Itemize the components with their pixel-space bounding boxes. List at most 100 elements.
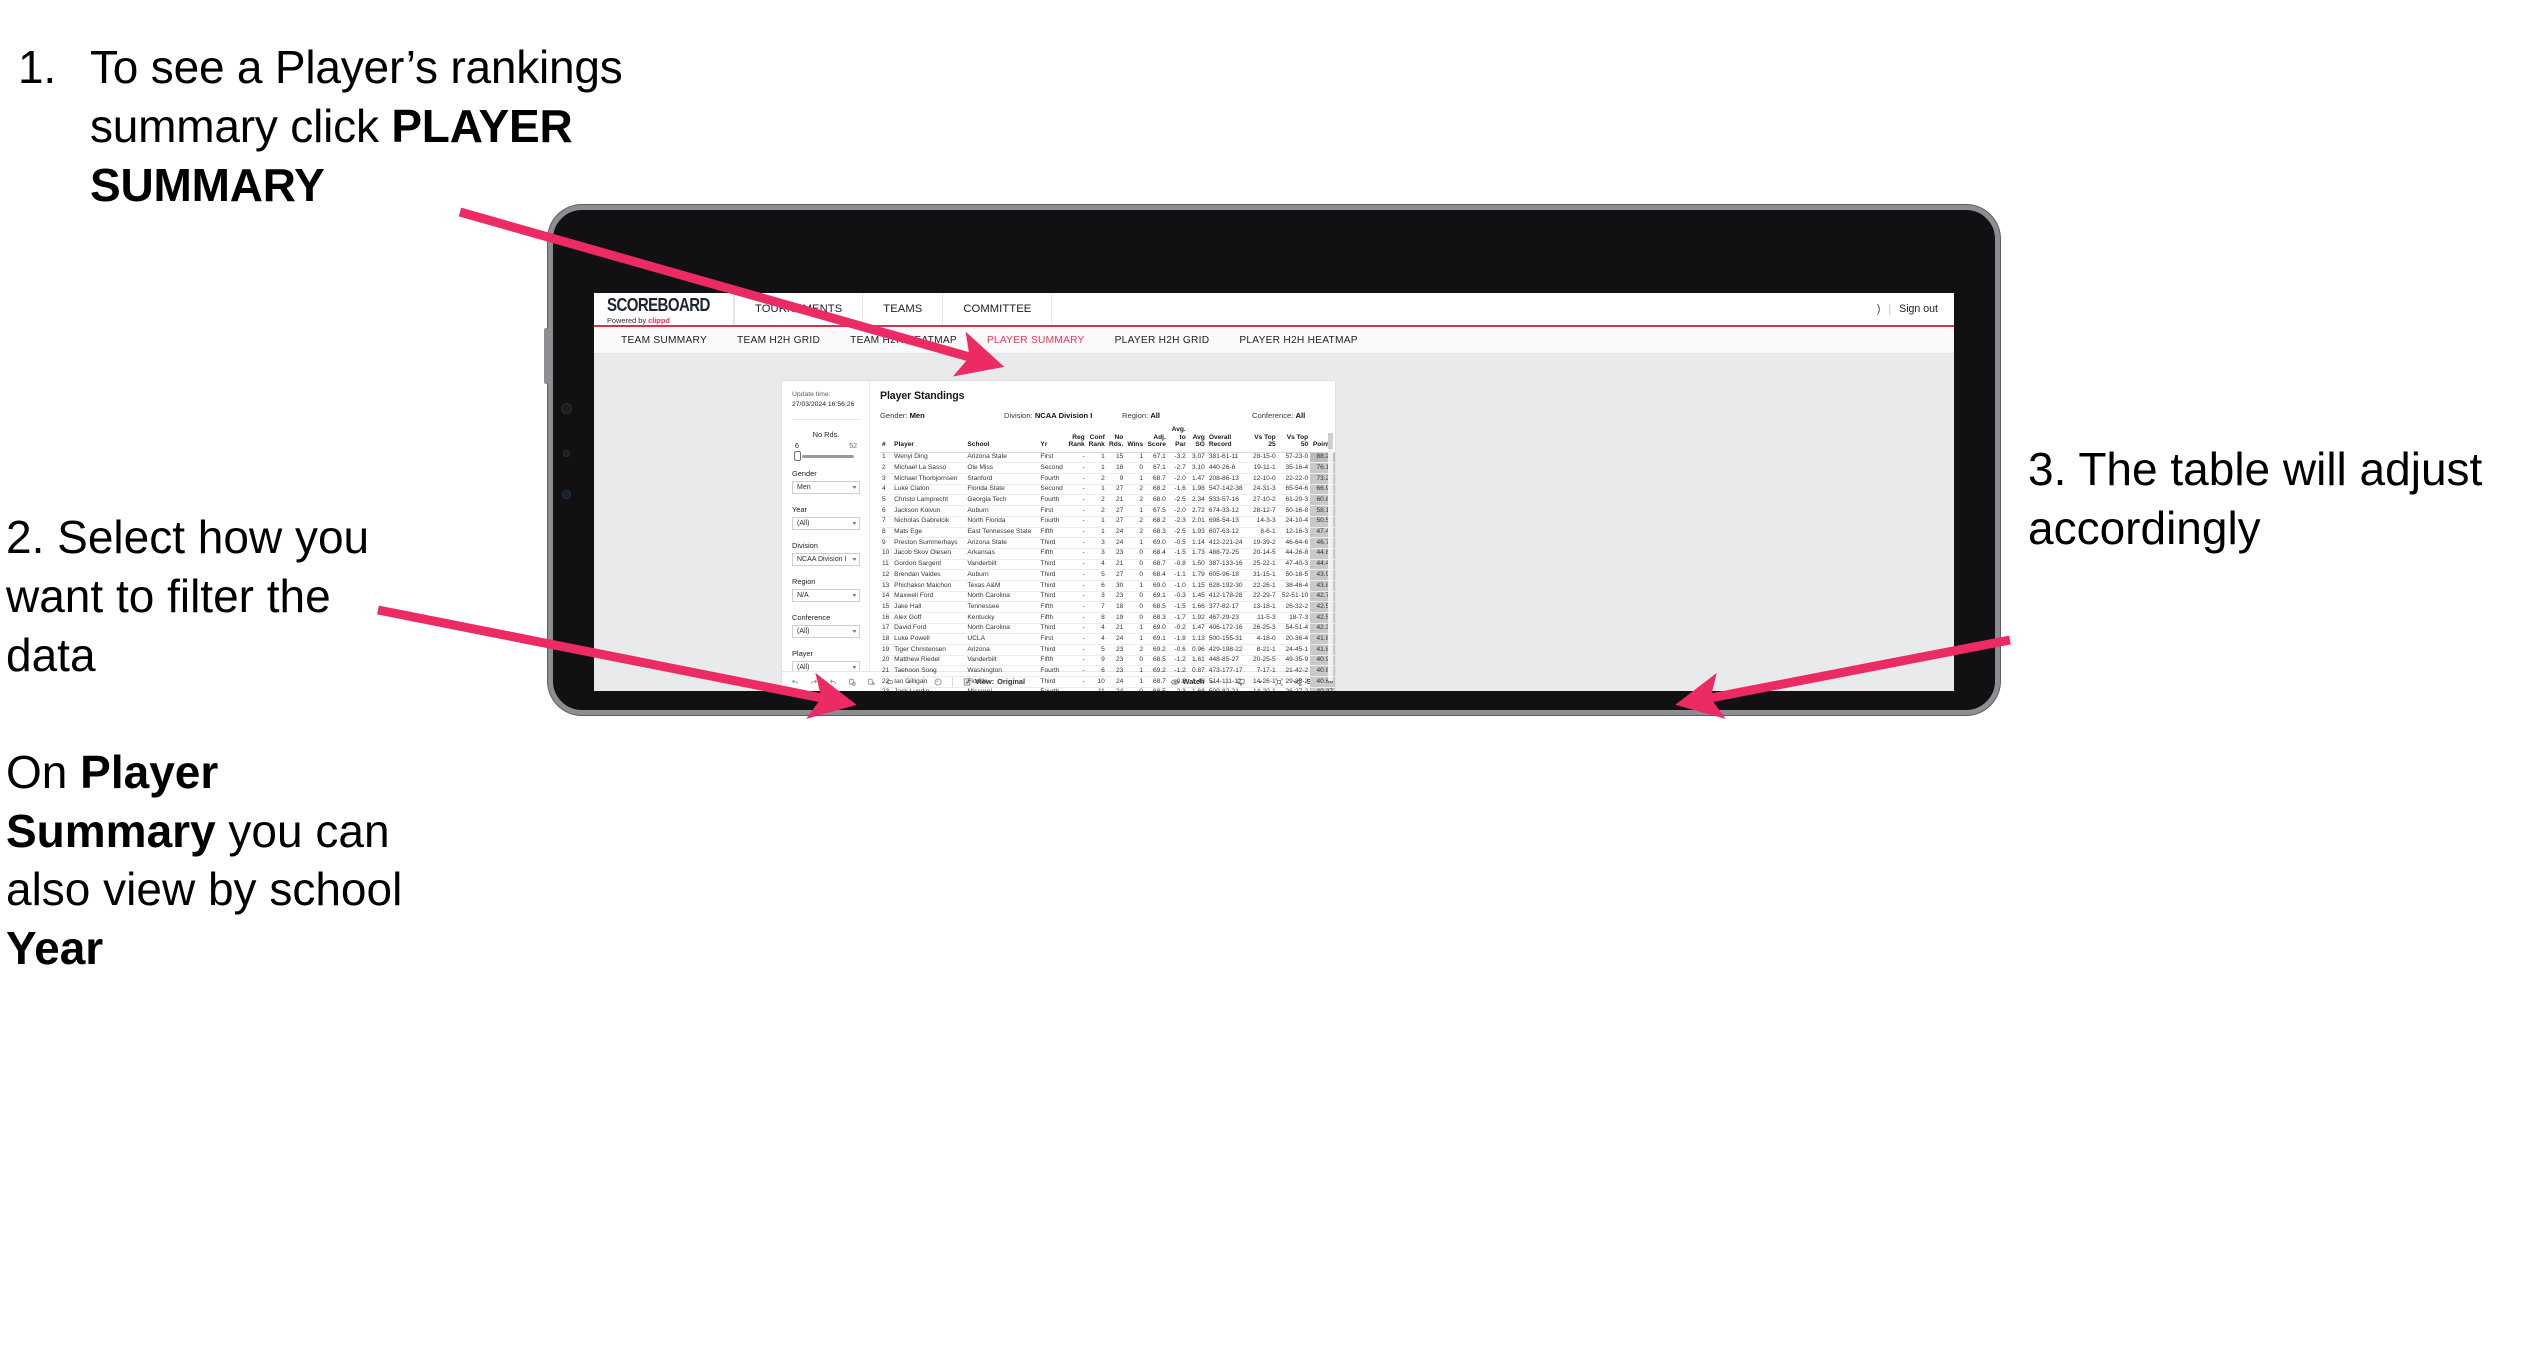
cell-vs-top-50: 44-26-8 — [1277, 548, 1311, 560]
chevron-down-icon: ▾ — [852, 520, 857, 527]
table-row[interactable]: 13 Phichaksn Maichon Texas A&M Third -6 30 1 69… — [880, 580, 1335, 592]
table-row[interactable]: 16 Alex Goff Kentucky Fifth -8 19 0 68.3 -1.7 1.9… — [880, 612, 1335, 624]
filter-conference: Conference (All) ▾ — [792, 613, 860, 638]
slider-min-value: 6 — [795, 442, 799, 450]
table-row[interactable]: 20 Matthew Riedel Vanderbilt Fifth -9 23 0 68.5… — [880, 655, 1335, 667]
cell-vs-top-25: 26-25-3 — [1247, 623, 1278, 635]
cell-player: Luke Claton — [892, 484, 966, 496]
header-right: ) | Sign out — [1877, 293, 1954, 325]
app-logo[interactable]: SCOREBOARD Powered by clippd — [594, 293, 734, 325]
sign-out-link[interactable]: Sign out — [1899, 303, 1938, 315]
cell-record: 488-72-25 — [1206, 548, 1248, 560]
cell-avg-to-par: -0.8 — [1167, 676, 1188, 688]
cell-avg-sg: 3.10 — [1187, 462, 1207, 475]
account-label-truncated: ) — [1876, 303, 1881, 315]
table-row[interactable]: 7 Nicholas Gabrelcik North Florida Fourth -1… — [880, 516, 1335, 528]
table-row[interactable]: 18 Luke Powell UCLA First -4 24 1 69.1 -1.8 1.13 5… — [880, 633, 1335, 646]
table-row[interactable]: 6 Jackson Koivun Auburn First -2 27 1 67.5 -2.0 2… — [880, 505, 1335, 517]
tab-player-h2h-grid[interactable]: PLAYER H2H GRID — [1100, 335, 1225, 346]
table-row[interactable]: 12 Brendan Valdes Auburn Third -5 27 0 68.4 -1.1… — [880, 569, 1335, 581]
col-conf-l2: Rank — [1088, 441, 1105, 449]
col-overall-record[interactable]: Overall Record — [1206, 426, 1248, 453]
callout-2-p2-a: On — [6, 745, 81, 798]
col-no-rds[interactable]: No Rds. — [1106, 426, 1126, 453]
redo-icon[interactable] — [809, 677, 819, 687]
scrollbar-thumb[interactable] — [1328, 433, 1333, 449]
col-avg-sg[interactable]: Avg SG — [1187, 426, 1207, 453]
revert-icon[interactable] — [828, 677, 838, 687]
table-row[interactable]: 21 Taehoon Song Washington Fourth -6 23 1 69.2-… — [880, 665, 1335, 678]
tab-team-summary[interactable]: TEAM SUMMARY — [606, 335, 722, 346]
filter-year-select[interactable]: (All) ▾ — [792, 516, 860, 530]
cell-yr: Third — [1038, 676, 1067, 688]
cell-vs-top-25: 28-15-0 — [1247, 452, 1278, 464]
filter-gender-select[interactable]: Men ▾ — [792, 480, 860, 494]
cell-wins: 2 — [1125, 484, 1146, 496]
table-row[interactable]: 9 Preston Summerhays Arizona State Third -3 2… — [880, 537, 1335, 549]
nav-item-teams[interactable]: TEAMS — [863, 293, 944, 325]
col-rank[interactable]: # — [880, 426, 893, 453]
refresh-icon[interactable] — [847, 677, 857, 687]
standings-panel: Player Standings Gender: Men Division: N… — [870, 381, 1335, 691]
cell-player: Jack Lundin — [892, 687, 966, 691]
filter-region-value: N/A — [797, 591, 809, 599]
cell-vs-top-50: 38-46-4 — [1277, 580, 1311, 592]
col-t25-l1: Vs Top 25 — [1254, 433, 1276, 449]
table-row[interactable]: 5 Christo Lamprecht Georgia Tech Fourth -2 21… — [880, 494, 1335, 507]
table-row[interactable]: 19 Tiger Christensen Arizona Third -5 23 2 69.2… — [880, 644, 1335, 656]
cell-yr: Third — [1038, 569, 1067, 581]
table-row[interactable]: 11 Gordon Sargent Vanderbilt Third -4 21 0 68.7… — [880, 559, 1335, 571]
table-row[interactable]: 14 Maxwell Ford North Carolina Third -3 23 0 69… — [880, 591, 1335, 603]
cell-record: 381-61-11 — [1206, 452, 1248, 464]
col-wins[interactable]: Wins — [1125, 426, 1146, 453]
col-player[interactable]: Player — [892, 426, 966, 453]
col-avg-to-par[interactable]: Avg. to Par — [1167, 426, 1188, 453]
table-row[interactable]: 10 Jacob Skov Olesen Arkansas Fifth -3 23 0 68.… — [880, 548, 1335, 560]
col-adj-score[interactable]: Adj. Score — [1145, 426, 1168, 453]
header-divider: | — [1888, 303, 1892, 315]
filter-conference-select[interactable]: (All) ▾ — [792, 624, 860, 638]
cell-player: Christo Lamprecht — [892, 494, 966, 507]
tab-team-h2h-grid[interactable]: TEAM H2H GRID — [722, 335, 835, 346]
table-row[interactable]: 23Jack LundinMissouriFourth-1124068.5-2.… — [880, 687, 1335, 691]
nav-item-committee[interactable]: COMMITTEE — [943, 293, 1053, 325]
filter-panel: Update time: 27/03/2024 16:56:26 No Rds.… — [782, 381, 870, 674]
cell-conf-rank: 8 — [1086, 612, 1107, 624]
tab-player-summary[interactable]: PLAYER SUMMARY — [972, 335, 1100, 346]
filter-region-select[interactable]: N/A ▾ — [792, 588, 860, 602]
cell-avg-sg: 1.68 — [1187, 687, 1207, 691]
col-school[interactable]: School — [965, 426, 1039, 453]
cell-school: Arkansas — [965, 548, 1039, 560]
slider-track[interactable] — [794, 451, 854, 462]
nav-item-tournaments[interactable]: TOURNAMENTS — [734, 293, 864, 325]
col-adj-l1: Adj. — [1153, 433, 1166, 441]
cell-avg-to-par: -2.0 — [1167, 505, 1188, 517]
pause-icon[interactable] — [866, 677, 876, 687]
filter-division-select[interactable]: NCAA Division I ▾ — [792, 552, 860, 566]
cell-yr: Second — [1038, 484, 1067, 496]
col-conf-rank[interactable]: Conf Rank — [1086, 426, 1107, 453]
col-reg-l2: Rank — [1068, 441, 1085, 449]
table-row[interactable]: 3 Michael Thorbjornsen Stanford Fourth -2 9 1 6… — [880, 473, 1335, 485]
cell-reg-rank: - — [1066, 612, 1087, 624]
table-row[interactable]: 2 Michael La Sasso Ole Miss Second -1 18 0 67.1… — [880, 462, 1335, 475]
table-row[interactable]: 15 Jake Hall Tennessee Fifth -7 18 0 68.5 -1.5 1.… — [880, 601, 1335, 614]
cell-rank: 16 — [880, 612, 893, 624]
undo-icon[interactable] — [790, 677, 800, 687]
table-row[interactable]: 8 Mats Ege East Tennessee State Fifth -1 24 2 6… — [880, 527, 1335, 539]
col-yr[interactable]: Yr — [1038, 426, 1067, 453]
col-player-l1: Player — [894, 441, 914, 449]
col-reg-rank[interactable]: Reg Rank — [1066, 426, 1087, 453]
slider-handle[interactable] — [794, 451, 801, 462]
col-vs-top-25[interactable]: Vs Top 25 — [1247, 426, 1278, 453]
col-vs-top-50[interactable]: Vs Top 50 — [1277, 426, 1311, 453]
table-row[interactable]: 17 David Ford North Carolina Third -4 21 1 69.0… — [880, 623, 1335, 635]
table-row[interactable]: 1 Wenyi Ding Arizona State First -1 15 1 67.1 -3… — [880, 452, 1335, 464]
table-row[interactable]: 22 Ian Gilligan Florida Third -10 24 1 68.7 -0.8… — [880, 676, 1335, 688]
table-scrollbar[interactable] — [1328, 433, 1333, 681]
tab-player-h2h-heatmap[interactable]: PLAYER H2H HEATMAP — [1224, 335, 1372, 346]
cell-conf-rank: 5 — [1086, 569, 1107, 581]
cell-rank: 11 — [880, 559, 893, 571]
table-row[interactable]: 4 Luke Claton Florida State Second -1 27 2 68.2… — [880, 484, 1335, 496]
tab-team-h2h-heatmap[interactable]: TEAM H2H HEATMAP — [835, 335, 972, 346]
